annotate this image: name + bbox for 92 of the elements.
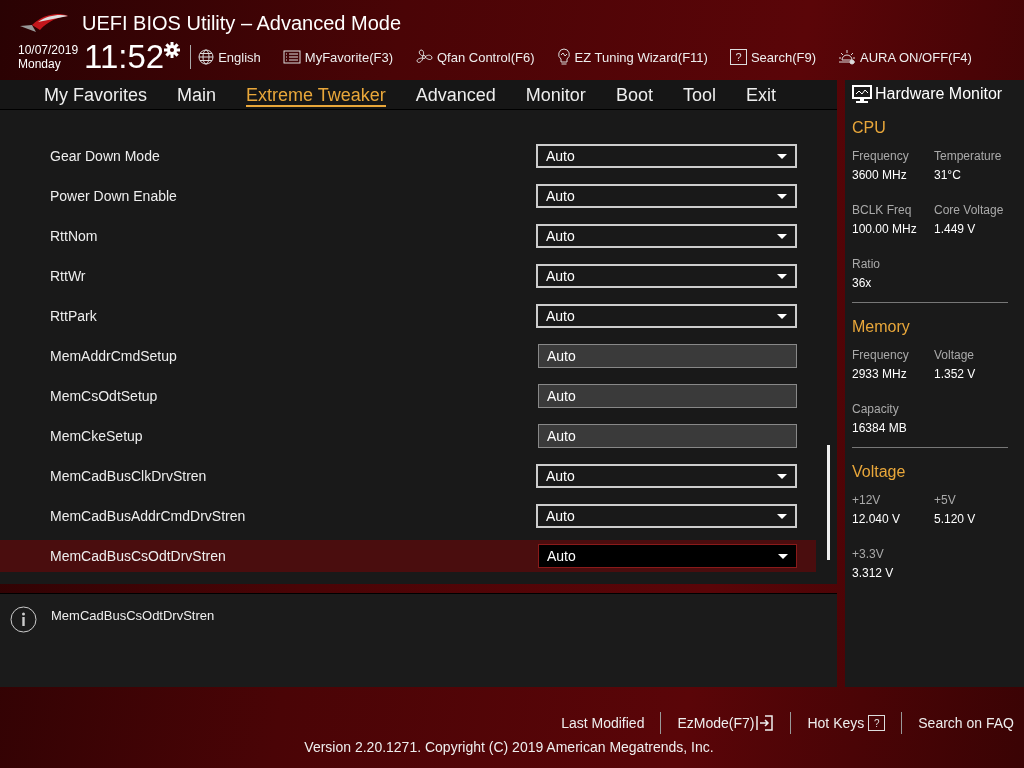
lightbulb-icon <box>556 48 571 66</box>
footer-link[interactable]: EzMode(F7) <box>677 715 775 731</box>
info-icon <box>10 606 37 633</box>
window-title: UEFI BIOS Utility – Advanced Mode <box>82 11 402 35</box>
caret-icon <box>777 513 787 519</box>
sensor-label: Voltage <box>934 348 976 362</box>
setting-label: Gear Down Mode <box>50 148 161 164</box>
caret-icon <box>778 553 788 559</box>
light-icon <box>837 49 856 65</box>
setting-label: Power Down Enable <box>50 188 178 204</box>
fan-icon <box>414 49 433 65</box>
menu-tab[interactable]: Extreme Tweaker <box>246 80 386 107</box>
dropdown[interactable]: Auto <box>536 224 797 248</box>
sensor-label: +3.3V <box>852 547 885 561</box>
toolbar-button[interactable]: ? Search(F9) <box>729 49 816 65</box>
menu-tab[interactable]: Advanced <box>415 80 496 107</box>
copyright-text: Version 2.20.1271. Copyright (C) 2019 American Megatrends, Inc. <box>304 739 714 755</box>
menu-tab[interactable]: Exit <box>745 80 776 107</box>
panel-title: Hardware Monitor <box>875 85 1003 103</box>
sensor-value: 3600 MHz <box>852 168 908 182</box>
dropdown[interactable]: Auto <box>538 544 797 568</box>
caret-icon <box>777 313 787 319</box>
setting-label: MemCadBusAddrCmdDrvStren <box>50 508 247 524</box>
toolbar-button[interactable]: AURA ON/OFF(F4) <box>837 49 972 65</box>
dropdown[interactable]: Auto <box>536 304 797 328</box>
sensor-value: 36x <box>852 276 873 290</box>
clock-time: 11:52 <box>84 40 165 74</box>
sensor-label: +12V <box>852 493 882 507</box>
dropdown[interactable]: Auto <box>536 504 797 528</box>
footer-link[interactable]: Hot Keys ? <box>807 715 886 731</box>
caret-icon <box>777 193 787 199</box>
setting-label: MemCsOdtSetup <box>50 388 159 404</box>
sensor-label: Temperature <box>934 149 1003 163</box>
value-field: Auto <box>538 384 797 408</box>
monitor-icon <box>852 84 872 104</box>
footer-link[interactable]: Search on FAQ <box>918 715 1014 731</box>
sensor-value: 16384 MB <box>852 421 908 435</box>
dropdown[interactable]: Auto <box>536 264 797 288</box>
exit-icon <box>756 715 775 731</box>
sensor-label: BCLK Freq <box>852 203 913 217</box>
menu-tab[interactable]: Boot <box>615 80 653 107</box>
date: 10/07/2019 <box>18 43 79 57</box>
setting-label: RttWr <box>50 268 87 284</box>
dropdown[interactable]: Auto <box>536 184 797 208</box>
setting-label: MemAddrCmdSetup <box>50 348 178 364</box>
menu-tab[interactable]: Tool <box>682 80 716 107</box>
sensor-label: Frequency <box>852 348 910 362</box>
list-icon <box>282 50 301 64</box>
toolbar-button[interactable]: Qfan Control(F6) <box>414 49 535 65</box>
value-field: Auto <box>538 344 797 368</box>
footer-link[interactable]: Last Modified <box>561 715 645 731</box>
toolbar-button[interactable]: EZ Tuning Wizard(F11) <box>556 48 708 66</box>
setting-label: MemCkeSetup <box>50 428 144 444</box>
sensor-label: Ratio <box>852 257 881 271</box>
caret-icon <box>777 233 787 239</box>
sensor-value: 100.00 MHz <box>852 222 918 236</box>
sensor-value: 5.120 V <box>934 512 977 526</box>
setting-label: RttNom <box>50 228 99 244</box>
sensor-label: +5V <box>934 493 957 507</box>
globe-icon <box>198 49 215 65</box>
help-icon: ? <box>868 715 886 731</box>
sensor-value: 31°C <box>934 168 962 182</box>
sensor-label: Capacity <box>852 402 900 416</box>
dropdown[interactable]: Auto <box>536 464 797 488</box>
help-icon: ? <box>729 49 747 65</box>
sensor-value: 3.312 V <box>852 566 895 580</box>
scrollbar[interactable] <box>827 445 830 560</box>
sensor-value: 1.449 V <box>934 222 977 236</box>
setting-label: RttPark <box>50 308 98 324</box>
value-field: Auto <box>538 424 797 448</box>
setting-label: MemCadBusClkDrvStren <box>50 468 208 484</box>
toolbar-button[interactable]: English <box>198 49 261 65</box>
setting-label: MemCadBusCsOdtDrvStren <box>50 548 227 564</box>
menu-tab[interactable]: Monitor <box>525 80 586 107</box>
section-heading: CPU <box>852 119 887 137</box>
dropdown[interactable]: Auto <box>536 144 797 168</box>
sensor-value: 2933 MHz <box>852 367 908 381</box>
sensor-value: 12.040 V <box>852 512 902 526</box>
help-text: MemCadBusCsOdtDrvStren <box>51 608 215 623</box>
sensor-label: Core Voltage <box>934 203 1005 217</box>
settings-icon[interactable] <box>164 42 181 58</box>
weekday: Monday <box>18 57 62 71</box>
caret-icon <box>777 273 787 279</box>
toolbar-button[interactable]: MyFavorite(F3) <box>282 49 393 65</box>
caret-icon <box>777 153 787 159</box>
section-heading: Voltage <box>852 463 907 481</box>
section-heading: Memory <box>852 318 911 336</box>
menu-tab[interactable]: Main <box>177 80 217 107</box>
menu-tab[interactable]: My Favorites <box>44 80 148 107</box>
caret-icon <box>777 473 787 479</box>
sensor-label: Frequency <box>852 149 910 163</box>
sensor-value: 1.352 V <box>934 367 977 381</box>
